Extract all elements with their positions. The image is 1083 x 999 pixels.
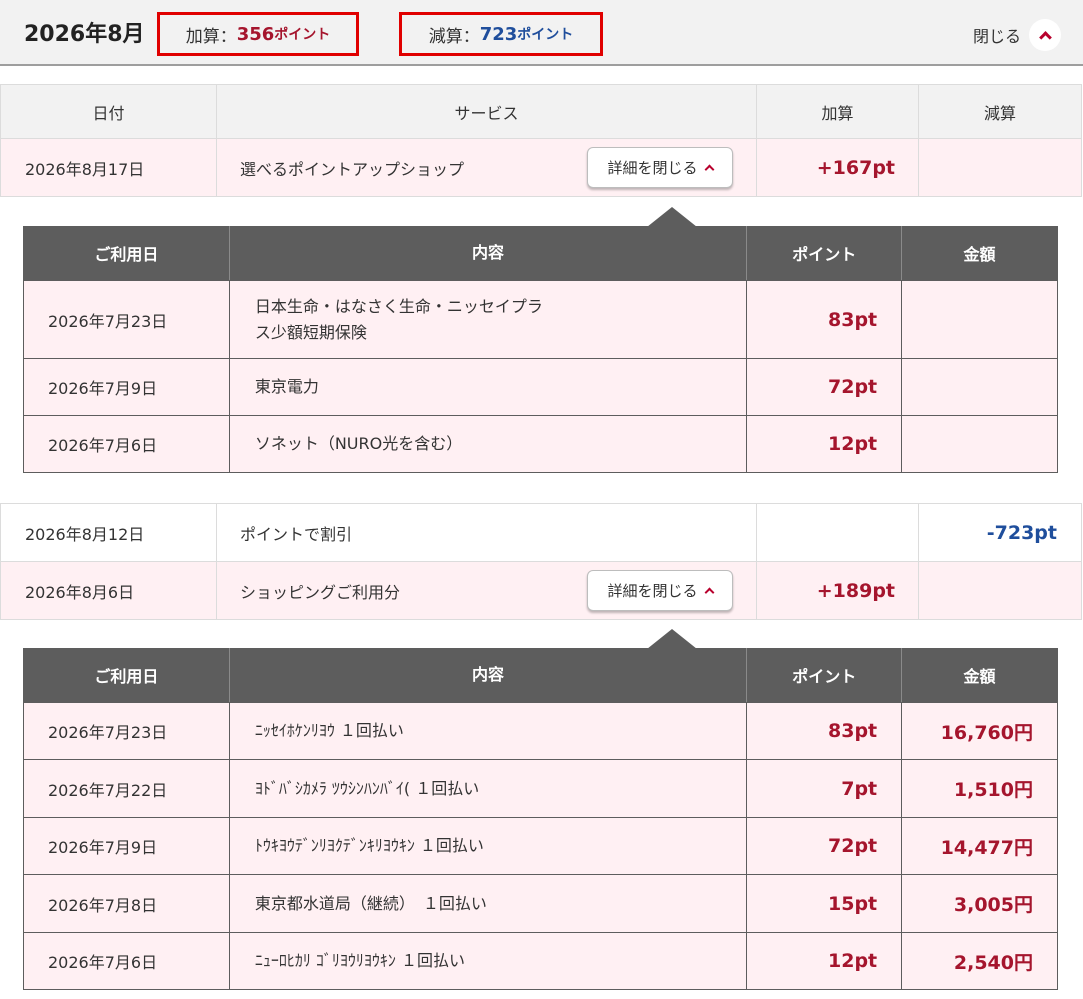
detail-points: 12pt (747, 933, 903, 989)
detail-header-row: ご利用日 内容 ポイント 金額 (24, 648, 1057, 702)
table-row: 2026年8月12日 ポイントで割引 -723pt (0, 503, 1082, 562)
entry-sub-points (919, 139, 1081, 196)
close-circle-button[interactable] (1029, 19, 1062, 51)
detail-date: 2026年7月9日 (24, 359, 230, 415)
detail-amount (902, 359, 1057, 415)
chevron-up-icon (1038, 31, 1052, 44)
sub-summary-box: 減算： 723 ポイント (399, 12, 603, 56)
detail-row: 2026年7月23日 ﾆｯｾｲﾎｹﾝﾘﾖｳ １回払い 83pt 16,760円 (24, 702, 1057, 759)
detail-row: 2026年7月6日 ﾆｭｰﾛﾋｶﾘ ｺﾞﾘﾖｳﾘﾖｳｷﾝ １回払い 12pt 2… (24, 932, 1057, 989)
detail-amount: 3,005円 (953, 894, 1033, 916)
detail-points: 83pt (747, 281, 903, 358)
sub-summary-value: 723 (479, 23, 518, 45)
detail-column-date: ご利用日 (24, 226, 230, 280)
add-summary-box: 加算： 356 ポイント (157, 12, 359, 56)
column-header-service: サービス (217, 85, 757, 138)
entry-service-label: 選べるポイントアップショップ (240, 159, 465, 179)
detail-column-date: ご利用日 (24, 648, 230, 702)
add-summary-unit: ポイント (274, 27, 331, 43)
detail-content: ﾄｳｷﾖｳﾃﾞﾝﾘﾖｸﾃﾞﾝｷﾘﾖｳｷﾝ １回払い (230, 818, 748, 874)
entry-sub-points (919, 562, 1081, 619)
month-title: 2026年8月 (24, 22, 145, 47)
close-label: 閉じる (973, 27, 1022, 46)
detail-content: 日本生命・はなさく生命・ニッセイプラ ス少額短期保険 (230, 281, 748, 358)
detail-date: 2026年7月6日 (24, 933, 230, 989)
close-details-button[interactable]: 詳細を閉じる (587, 147, 733, 188)
detail-content: 東京都水道局（継続） １回払い (230, 875, 748, 932)
detail-amount (902, 281, 1057, 358)
detail-amount: 14,477円 (940, 836, 1033, 859)
chevron-up-icon (704, 587, 714, 598)
detail-points: 12pt (747, 416, 903, 472)
detail-content: ﾆｯｾｲﾎｹﾝﾘﾖｳ １回払い (230, 703, 748, 759)
detail-row: 2026年7月9日 東京電力 72pt (24, 358, 1057, 415)
detail-row: 2026年7月8日 東京都水道局（継続） １回払い 15pt 3,005円 (24, 874, 1057, 932)
detail-column-points: ポイント (747, 226, 903, 280)
entry-add-points: +167pt (757, 139, 919, 196)
detail-content: ﾆｭｰﾛﾋｶﾘ ｺﾞﾘﾖｳﾘﾖｳｷﾝ １回払い (230, 933, 748, 989)
detail-row: 2026年7月6日 ソネット（NURO光を含む） 12pt (24, 415, 1057, 472)
detail-content-line: 日本生命・はなさく生命・ニッセイプラ (254, 296, 543, 316)
close-month-toggle[interactable]: 閉じる (973, 19, 1062, 51)
detail-points: 72pt (747, 359, 903, 415)
column-header-add: 加算 (757, 85, 919, 138)
add-summary-label: 加算： (185, 26, 237, 47)
detail-pointer-arrow (647, 207, 697, 227)
month-header: 2026年8月 加算： 356 ポイント 減算： 723 ポイント 閉じる (0, 0, 1083, 66)
detail-table: ご利用日 内容 ポイント 金額 2026年7月23日 ﾆｯｾｲﾎｹﾝﾘﾖｳ １回… (23, 648, 1058, 990)
close-details-button[interactable]: 詳細を閉じる (587, 570, 733, 611)
detail-pointer-arrow (647, 629, 697, 649)
detail-date: 2026年7月9日 (24, 818, 230, 874)
detail-amount (902, 416, 1057, 472)
detail-content: ﾖﾄﾞﾊﾞｼｶﾒﾗ ﾂｳｼﾝﾊﾝﾊﾞｲ( １回払い (230, 760, 748, 817)
detail-row: 2026年7月23日 日本生命・はなさく生命・ニッセイプラ ス少額短期保険 83… (24, 280, 1057, 358)
sub-summary-unit: ポイント (517, 27, 574, 43)
add-summary-value: 356 (236, 23, 275, 45)
detail-header-row: ご利用日 内容 ポイント 金額 (24, 226, 1057, 280)
detail-column-content: 内容 (230, 226, 748, 280)
detail-points: 15pt (747, 875, 903, 932)
entry-service: ショッピングご利用分 詳細を閉じる (217, 562, 757, 619)
detail-points: 7pt (747, 760, 903, 817)
detail-row: 2026年7月9日 ﾄｳｷﾖｳﾃﾞﾝﾘﾖｸﾃﾞﾝｷﾘﾖｳｷﾝ １回払い 72pt… (24, 817, 1057, 874)
detail-row: 2026年7月22日 ﾖﾄﾞﾊﾞｼｶﾒﾗ ﾂｳｼﾝﾊﾝﾊﾞｲ( １回払い 7pt… (24, 759, 1057, 817)
detail-amount: 2,540円 (953, 951, 1033, 974)
detail-date: 2026年7月8日 (24, 875, 230, 932)
detail-amount: 16,760円 (940, 721, 1033, 744)
close-details-label: 詳細を閉じる (607, 582, 698, 600)
detail-column-amount: 金額 (963, 667, 996, 686)
entry-service-label: ポイントで割引 (240, 524, 353, 544)
table-row: 2026年8月6日 ショッピングご利用分 詳細を閉じる +189pt (0, 561, 1082, 620)
entry-service: 選べるポイントアップショップ 詳細を閉じる (217, 139, 757, 196)
entry-add-points: +189pt (757, 562, 919, 619)
detail-date: 2026年7月23日 (24, 281, 230, 358)
detail-column-points: ポイント (747, 648, 903, 702)
entry-service: ポイントで割引 (217, 504, 757, 561)
detail-date: 2026年7月6日 (24, 416, 230, 472)
detail-content-line: ス少額短期保険 (254, 322, 367, 342)
detail-table: ご利用日 内容 ポイント 金額 2026年7月23日 日本生命・はなさく生命・ニ… (23, 226, 1058, 473)
close-details-label: 詳細を閉じる (607, 159, 698, 177)
detail-column-content: 内容 (230, 648, 748, 702)
sub-summary-label: 減算： (428, 26, 480, 47)
detail-points: 72pt (747, 818, 903, 874)
table-row: 2026年8月17日 選べるポイントアップショップ 詳細を閉じる +167pt (0, 138, 1082, 197)
detail-column-amount: 金額 (963, 245, 996, 264)
detail-content: ソネット（NURO光を含む） (230, 416, 748, 472)
detail-date: 2026年7月23日 (24, 703, 230, 759)
column-header-date: 日付 (1, 85, 217, 138)
detail-date: 2026年7月22日 (24, 760, 230, 817)
entry-date: 2026年8月17日 (1, 139, 217, 196)
detail-points: 83pt (747, 703, 903, 759)
entry-add-points (757, 504, 919, 561)
entry-date: 2026年8月12日 (1, 504, 217, 561)
entry-date: 2026年8月6日 (1, 562, 217, 619)
entry-sub-points: -723pt (986, 521, 1057, 544)
entry-service-label: ショッピングご利用分 (240, 582, 401, 602)
table-header-row: 日付 サービス 加算 減算 (0, 84, 1082, 139)
detail-amount: 1,510円 (953, 779, 1033, 801)
column-header-sub: 減算 (983, 103, 1016, 123)
detail-content: 東京電力 (230, 359, 748, 415)
chevron-up-icon (704, 164, 714, 175)
